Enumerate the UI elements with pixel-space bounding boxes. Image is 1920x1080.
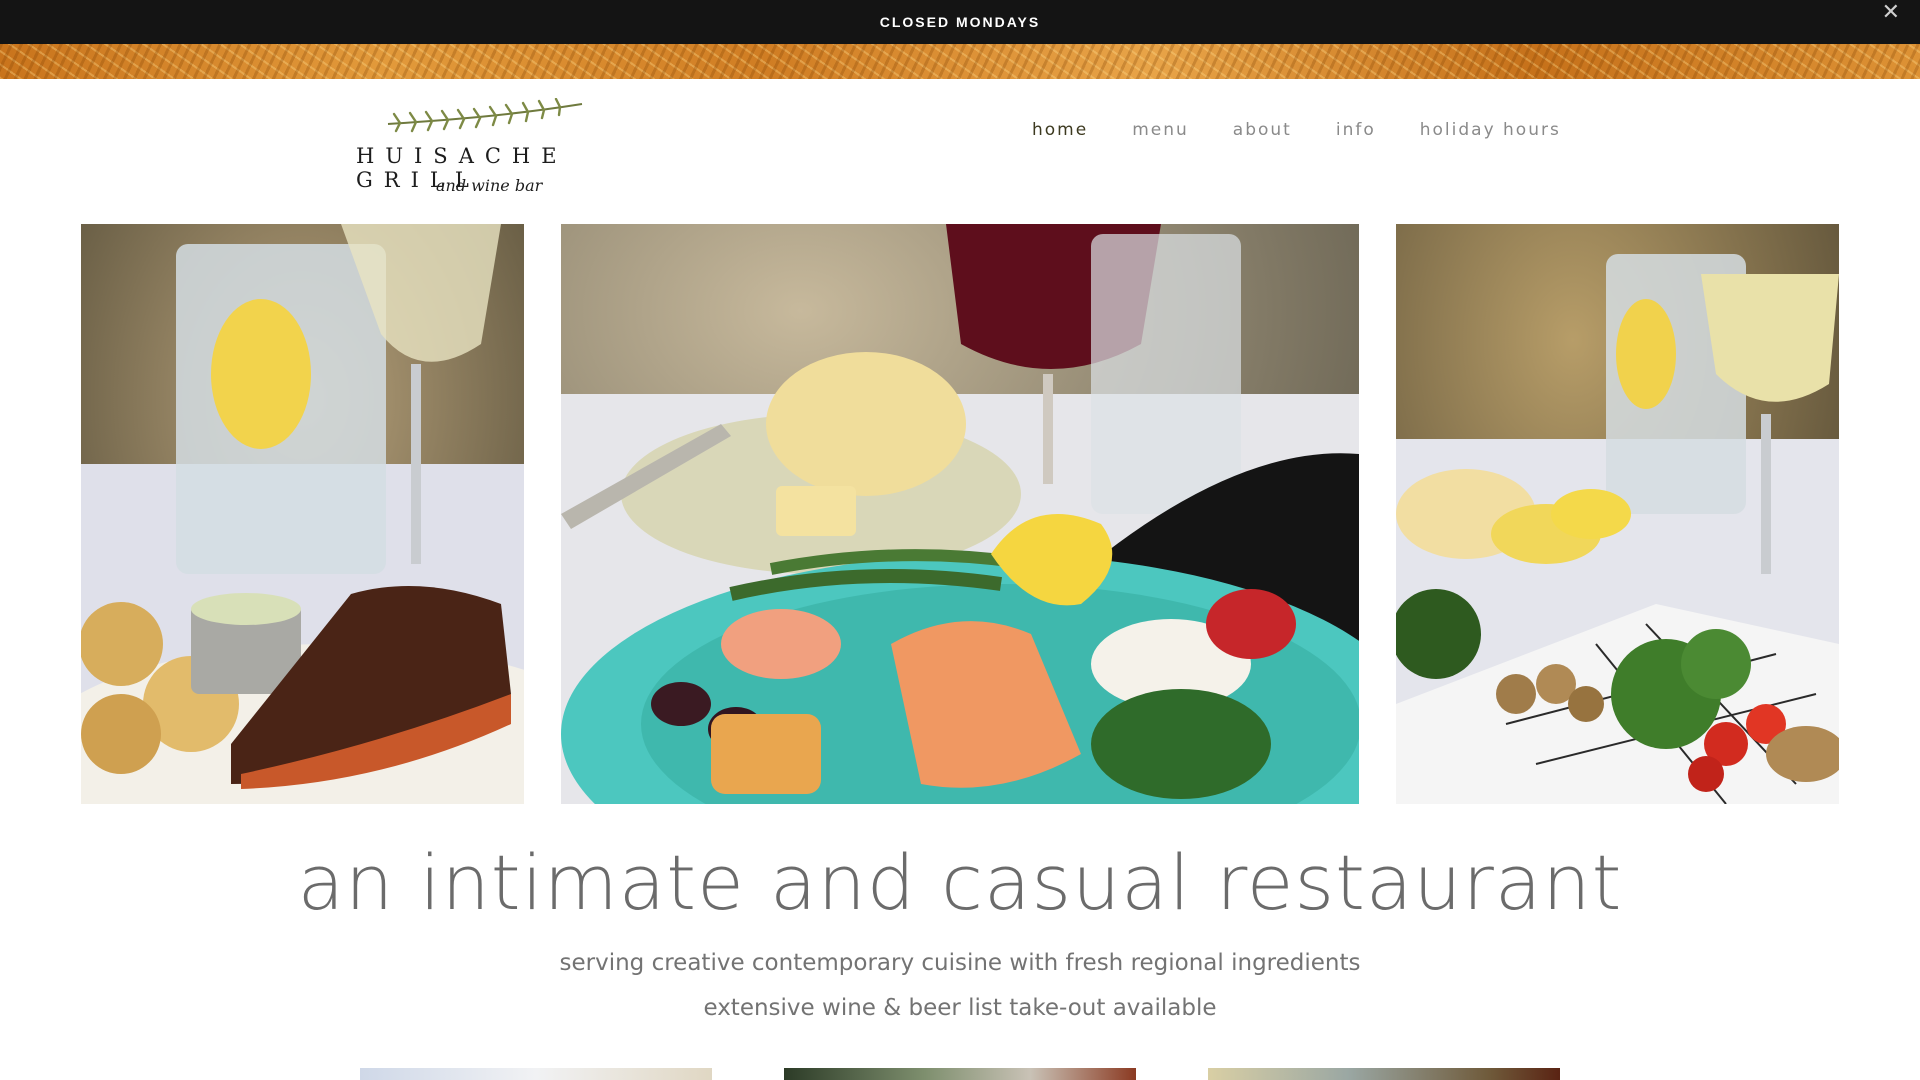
nav-item-info[interactable]: info: [1336, 120, 1376, 140]
intro-line-2: extensive wine & beer list take-out avai…: [703, 995, 1217, 1021]
intro-line-1: serving creative contemporary cuisine wi…: [559, 950, 1361, 976]
hero-image-salmon-plate: [561, 224, 1359, 804]
announcement-text: CLOSED MONDAYS: [879, 14, 1041, 30]
nav-item-menu[interactable]: menu: [1132, 120, 1189, 140]
nav-item-home[interactable]: home: [1032, 120, 1088, 140]
thumbnail-image-1[interactable]: [360, 1068, 712, 1080]
logo[interactable]: HUISACHE GRILL and wine bar: [356, 98, 626, 204]
hero-image-vegetable-plate: [1396, 224, 1839, 804]
nav-item-holiday-hours[interactable]: holiday hours: [1420, 120, 1561, 140]
thumbnail-image-3[interactable]: [1208, 1068, 1560, 1080]
main-nav: home menu about info holiday hours: [1032, 120, 1605, 140]
logo-tagline: and wine bar: [436, 176, 543, 195]
thumbnail-image-2[interactable]: [784, 1068, 1136, 1080]
hero-image-salmon: [81, 224, 524, 804]
rosemary-sprig-icon: [387, 98, 583, 133]
close-icon[interactable]: ✕: [1882, 2, 1900, 24]
intro-headline: an intimate and casual restaurant: [297, 838, 1623, 927]
nav-item-about[interactable]: about: [1233, 120, 1292, 140]
decorative-texture-strip: [0, 44, 1920, 79]
announcement-bar: CLOSED MONDAYS ✕: [0, 0, 1920, 44]
